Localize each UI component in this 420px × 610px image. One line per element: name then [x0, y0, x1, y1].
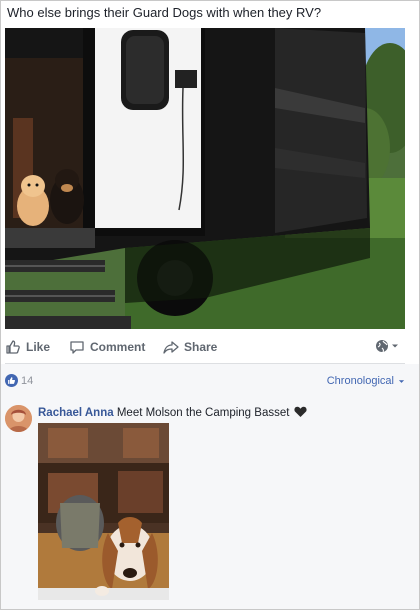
share-button[interactable]: Share — [163, 339, 217, 355]
rv-dogs-image — [5, 28, 405, 329]
audience-selector[interactable] — [375, 339, 399, 353]
comment-photo[interactable] — [38, 423, 169, 600]
like-count-value: 14 — [21, 374, 34, 387]
post-card: Who else brings their Guard Dogs with wh… — [0, 0, 420, 610]
thumbs-up-icon — [6, 340, 20, 354]
reaction-summary: 14 Chronological — [1, 364, 419, 398]
action-bar: Like Comment Share — [5, 335, 405, 361]
sort-label: Chronological — [326, 375, 394, 387]
chevron-down-icon — [398, 379, 405, 383]
chevron-down-icon — [392, 344, 398, 348]
share-label: Share — [184, 340, 218, 354]
comment-text: Meet Molson the Camping Basset — [116, 407, 290, 419]
post-text: Who else brings their Guard Dogs with wh… — [7, 5, 322, 20]
post-photo[interactable] — [5, 28, 405, 329]
avatar-image — [5, 405, 32, 432]
comment-label: Comment — [90, 340, 146, 354]
like-count[interactable]: 14 — [5, 374, 33, 387]
comment-icon — [70, 341, 84, 354]
comment: Rachael Anna Meet Molson the Camping Bas… — [1, 398, 419, 609]
comment-text-line: Rachael Anna Meet Molson the Camping Bas… — [38, 406, 307, 419]
comment-button[interactable]: Comment — [69, 339, 145, 355]
comment-sort-dropdown[interactable]: Chronological — [327, 375, 405, 387]
like-label: Like — [26, 340, 51, 354]
black-heart-icon — [294, 406, 307, 417]
comment-author[interactable]: Rachael Anna — [38, 407, 114, 419]
share-icon — [163, 341, 179, 354]
avatar[interactable] — [5, 405, 32, 432]
basset-image — [38, 423, 169, 600]
globe-icon — [376, 340, 388, 353]
like-badge-icon — [5, 374, 18, 387]
like-button[interactable]: Like — [5, 339, 50, 355]
